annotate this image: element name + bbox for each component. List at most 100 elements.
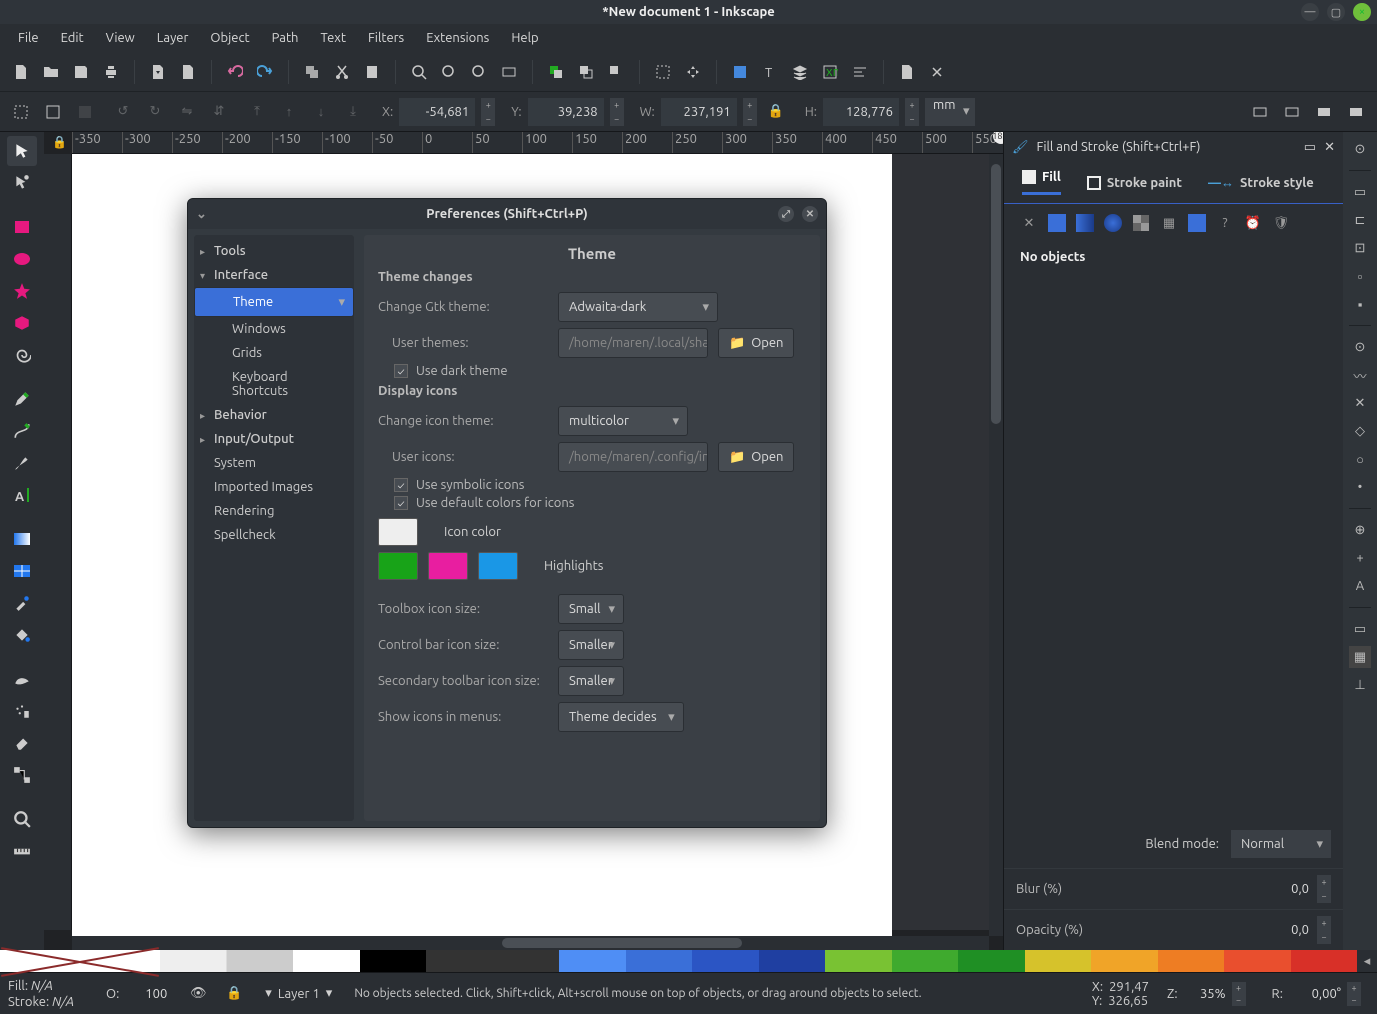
h-down-icon[interactable]: − [905, 112, 919, 126]
duplicate-icon[interactable] [543, 59, 569, 85]
controlbar-size-select[interactable]: Smaller [558, 630, 624, 660]
dropper-tool-icon[interactable] [7, 588, 37, 618]
snap-bbox-icon[interactable]: ▭ [1349, 181, 1371, 203]
palette-color[interactable] [1291, 950, 1358, 972]
nav-rendering[interactable]: Rendering [194, 499, 354, 523]
lower-icon[interactable]: ↓ [308, 99, 334, 125]
snap-enable-icon[interactable]: ⊙ [1349, 138, 1371, 160]
menu-filters[interactable]: Filters [358, 27, 414, 49]
paint-flat-icon[interactable] [1048, 214, 1066, 232]
ungroup-icon[interactable] [680, 59, 706, 85]
nav-imported[interactable]: Imported Images [194, 475, 354, 499]
palette-none[interactable] [0, 950, 160, 972]
layer-select[interactable]: ▾ Layer 1 ▾ [257, 982, 340, 1005]
print-icon[interactable] [98, 59, 124, 85]
spray-tool-icon[interactable] [7, 696, 37, 726]
menu-file[interactable]: File [8, 27, 49, 49]
zoom-page-icon[interactable] [466, 59, 492, 85]
snap-midpoint-icon[interactable]: • [1349, 476, 1371, 498]
zoom-up-icon[interactable]: + [1232, 982, 1246, 994]
show-menus-select[interactable]: Theme decides [558, 702, 684, 732]
palette-color[interactable] [1224, 950, 1291, 972]
snap-center-icon[interactable]: ⊕ [1349, 519, 1371, 541]
palette-color[interactable] [1158, 950, 1225, 972]
layer-lock-icon[interactable]: 🔒 [221, 981, 247, 1007]
raise-icon[interactable]: ↑ [276, 99, 302, 125]
zoom-input[interactable] [1184, 987, 1226, 1001]
fill-stroke-icon[interactable] [727, 59, 753, 85]
open-icons-button[interactable]: 📁Open [718, 442, 794, 472]
user-themes-path[interactable]: /home/maren/.local/sha [558, 328, 708, 358]
paint-radial-icon[interactable] [1104, 214, 1122, 232]
align-icon[interactable] [847, 59, 873, 85]
bezier-tool-icon[interactable] [7, 416, 37, 446]
lock-aspect-icon[interactable]: 🔒 [763, 99, 789, 125]
use-default-colors-checkbox[interactable]: ✓Use default colors for icons [378, 496, 806, 510]
pencil-tool-icon[interactable] [7, 384, 37, 414]
node-tool-icon[interactable] [7, 168, 37, 198]
paint-mesh-icon[interactable] [1188, 214, 1206, 232]
snap-page-icon[interactable]: ▭ [1349, 618, 1371, 640]
prefs-menu-icon[interactable]: ⌄ [196, 207, 207, 222]
x-input[interactable] [399, 98, 475, 126]
highlight-2-swatch[interactable] [428, 552, 468, 580]
snap-path-icon[interactable]: 〰 [1349, 364, 1371, 386]
copy-icon[interactable] [299, 59, 325, 85]
icon-color-swatch[interactable] [378, 518, 418, 546]
snap-guide-icon[interactable]: ⊥ [1349, 674, 1371, 696]
snap-nodes-icon[interactable]: ⊙ [1349, 336, 1371, 358]
nav-interface[interactable]: Interface [194, 263, 354, 287]
rot-down-icon[interactable]: − [1347, 994, 1361, 1006]
prefs-close-icon[interactable]: ✕ [802, 206, 818, 222]
palette-color[interactable] [559, 950, 626, 972]
move-gradients-icon[interactable] [1311, 99, 1337, 125]
measure-tool-icon[interactable] [7, 836, 37, 866]
nav-theme[interactable]: Theme [194, 287, 354, 317]
status-opacity-input[interactable] [125, 987, 167, 1001]
layers-icon[interactable] [787, 59, 813, 85]
palette-color[interactable] [692, 950, 759, 972]
nav-io[interactable]: Input/Output [194, 427, 354, 451]
prefs-maximize-icon[interactable]: ⤢ [778, 206, 794, 222]
unlink-clone-icon[interactable] [603, 59, 629, 85]
snap-text-icon[interactable]: A [1349, 575, 1371, 597]
secondary-size-select[interactable]: Smaller [558, 666, 624, 696]
blur-up-icon[interactable]: + [1317, 875, 1331, 889]
blur-down-icon[interactable]: − [1317, 889, 1331, 903]
paintbucket-tool-icon[interactable] [7, 620, 37, 650]
rectangle-tool-icon[interactable] [7, 212, 37, 242]
palette-color[interactable] [825, 950, 892, 972]
y-input[interactable] [528, 98, 604, 126]
select-all-layers-icon[interactable] [8, 99, 34, 125]
palette-color[interactable] [293, 950, 360, 972]
ruler-horizontal[interactable]: -350-300-250-200-150-100-500501001502002… [72, 132, 1003, 154]
minimize-icon[interactable]: — [1301, 3, 1319, 21]
rot-up-icon[interactable]: + [1347, 982, 1361, 994]
rotation-input[interactable] [1289, 987, 1341, 1001]
star-tool-icon[interactable] [7, 276, 37, 306]
nav-behavior[interactable]: Behavior [194, 403, 354, 427]
prefs-titlebar[interactable]: ⌄ Preferences (Shift+Ctrl+P) ⤢ ✕ [188, 199, 826, 229]
menu-object[interactable]: Object [200, 27, 259, 49]
paint-shield-icon[interactable]: 🛡 [1272, 214, 1290, 232]
user-icons-path[interactable]: /home/maren/.config/in [558, 442, 708, 472]
w-input[interactable] [661, 98, 737, 126]
selector-tool-icon[interactable] [7, 136, 37, 166]
palette-color[interactable] [426, 950, 493, 972]
3dbox-tool-icon[interactable] [7, 308, 37, 338]
gradient-tool-icon[interactable] [7, 524, 37, 554]
snap-grid-icon[interactable]: ▦ [1349, 646, 1371, 668]
snap-bbox-edge-icon[interactable]: ⊏ [1349, 209, 1371, 231]
blend-mode-select[interactable]: Normal [1231, 830, 1331, 858]
use-symbolic-checkbox[interactable]: ✓Use symbolic icons [378, 478, 806, 492]
snap-bbox-mid-icon[interactable]: ▫ [1349, 265, 1371, 287]
export-icon[interactable] [175, 59, 201, 85]
paint-swatch-icon[interactable]: ▦ [1160, 214, 1178, 232]
opacity-up-icon[interactable]: + [1317, 916, 1331, 930]
paint-linear-icon[interactable] [1076, 214, 1094, 232]
palette-color[interactable] [626, 950, 693, 972]
deselect-icon[interactable] [72, 99, 98, 125]
doc-props-icon[interactable] [894, 59, 920, 85]
toolbox-size-select[interactable]: Small [558, 594, 624, 624]
palette-color[interactable] [1025, 950, 1092, 972]
